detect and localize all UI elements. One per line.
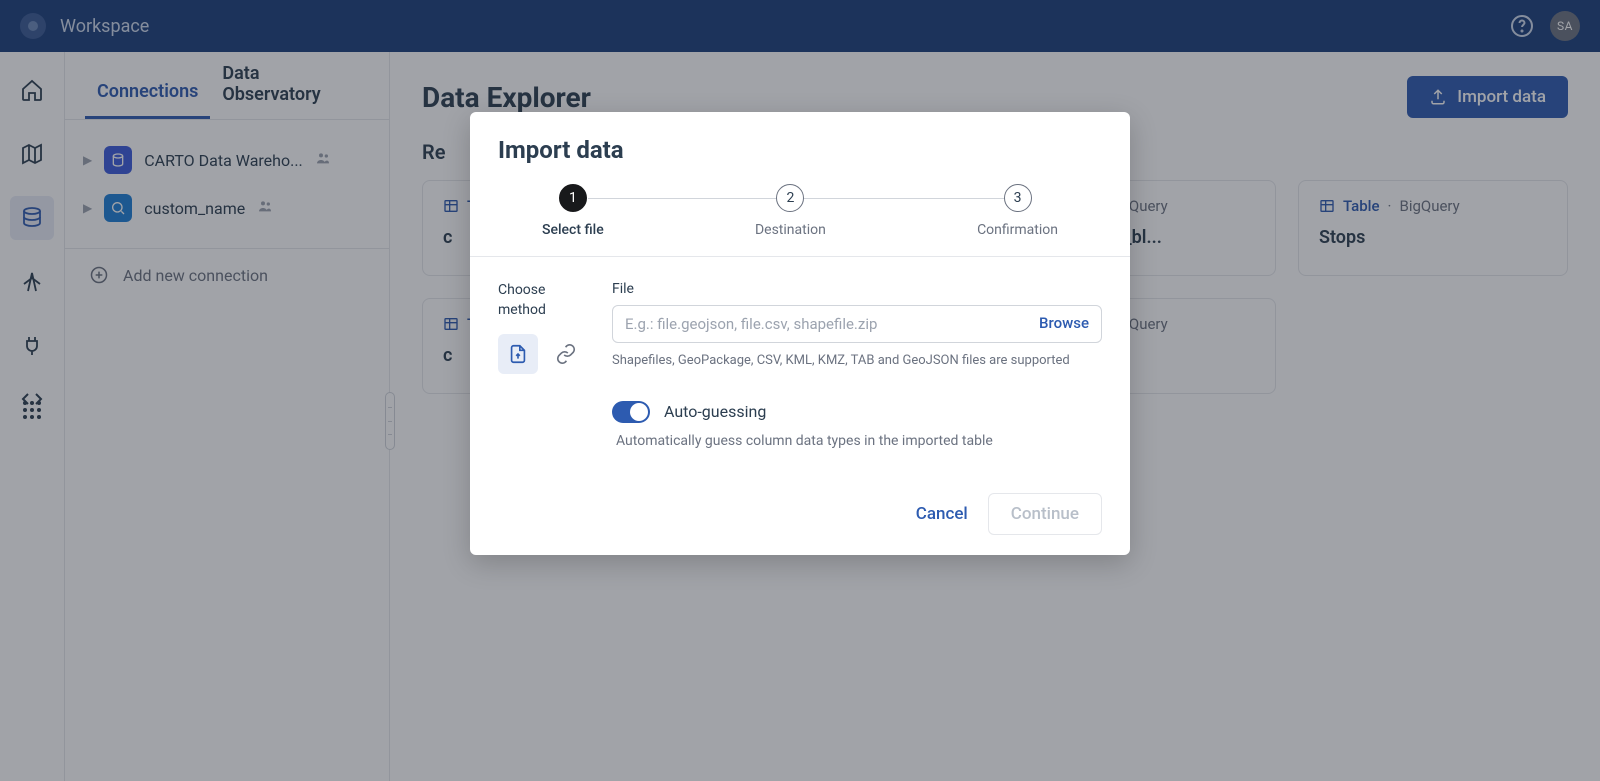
modal-title: Import data: [498, 136, 1102, 164]
file-field-label: File: [612, 281, 1102, 297]
method-file-button[interactable]: [498, 334, 538, 374]
toggle-label: Auto-guessing: [664, 402, 766, 421]
file-hint: Shapefiles, GeoPackage, CSV, KML, KMZ, T…: [612, 351, 1072, 371]
link-icon: [555, 343, 577, 365]
import-modal: Import data 1 Select file 2 Destination …: [470, 112, 1130, 555]
auto-guessing-toggle[interactable]: [612, 401, 650, 423]
method-url-button[interactable]: [546, 334, 586, 374]
step-confirmation: 3 Confirmation: [977, 184, 1058, 238]
browse-button[interactable]: Browse: [1039, 314, 1089, 332]
file-input[interactable]: [625, 315, 1015, 333]
toggle-hint: Automatically guess column data types in…: [616, 433, 1102, 449]
step-destination: 2 Destination: [755, 184, 826, 238]
cancel-button[interactable]: Cancel: [916, 504, 968, 524]
step-select-file: 1 Select file: [542, 184, 604, 238]
continue-button[interactable]: Continue: [988, 493, 1102, 535]
modal-overlay: Import data 1 Select file 2 Destination …: [0, 0, 1600, 781]
stepper: 1 Select file 2 Destination 3 Confirmati…: [498, 184, 1102, 256]
method-label: Choose method: [498, 281, 588, 320]
file-upload-icon: [507, 343, 529, 365]
